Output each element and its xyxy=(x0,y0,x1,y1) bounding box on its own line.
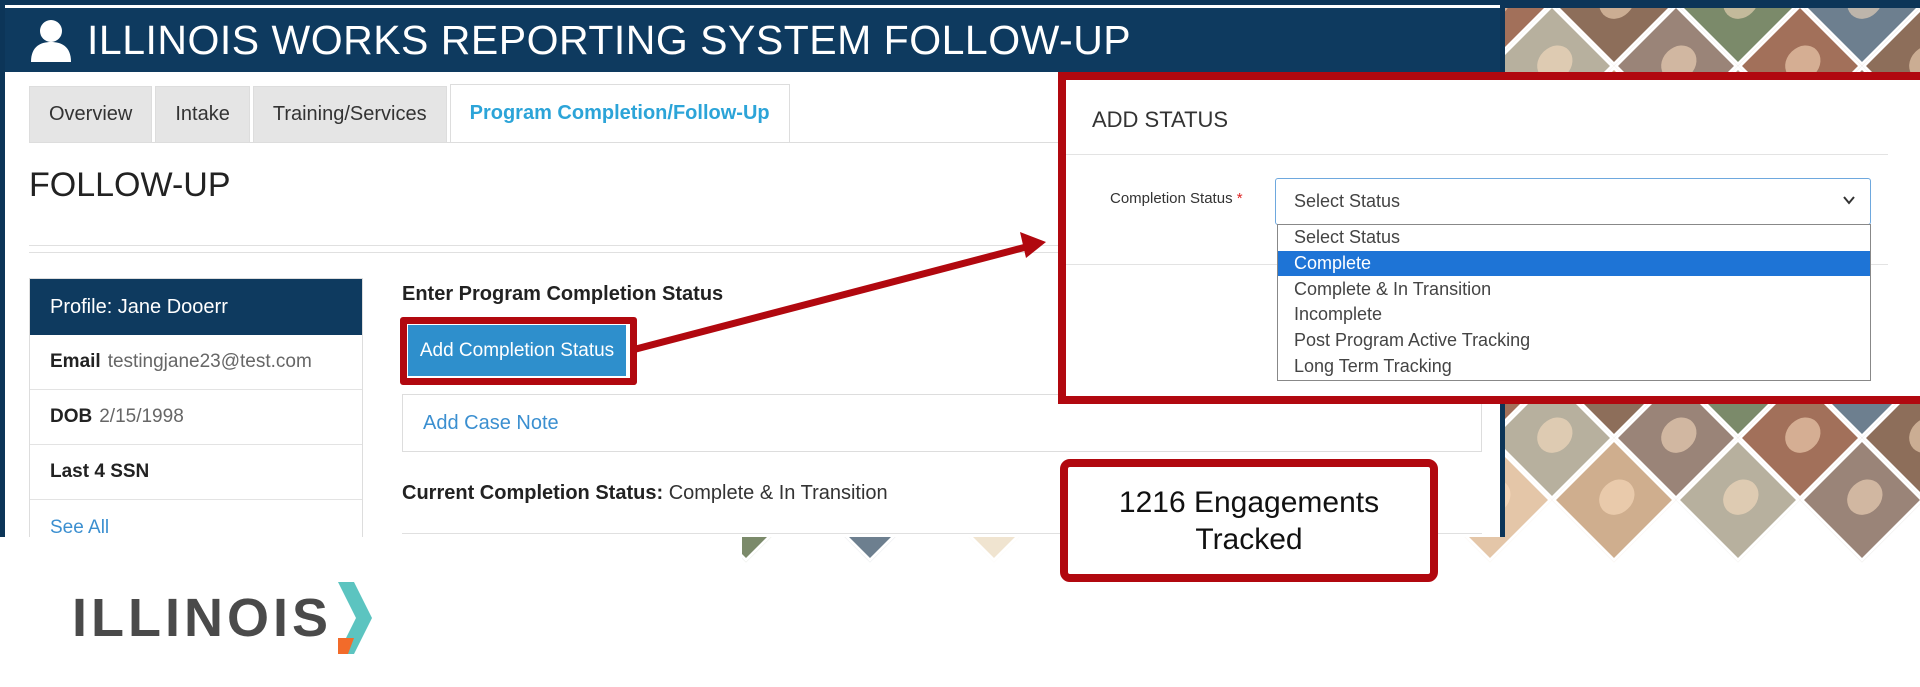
profile-card: Profile: Jane Dooerr Email testingjane23… xyxy=(29,278,363,538)
dob-label: DOB xyxy=(50,406,93,427)
app-title: ILLINOIS WORKS REPORTING SYSTEM FOLLOW-U… xyxy=(87,16,1132,63)
logo-chevron-icon xyxy=(338,582,372,654)
email-value: testingjane23@test.com xyxy=(107,351,312,372)
profile-dob-row: DOB 2/15/1998 xyxy=(30,390,362,445)
dob-value: 2/15/1998 xyxy=(99,406,184,427)
logo-wordmark: ILLINOIS xyxy=(72,588,332,648)
modal-divider xyxy=(1066,154,1888,155)
tab-program-completion[interactable]: Program Completion/Follow-Up xyxy=(449,84,790,143)
dropdown-option[interactable]: Incomplete xyxy=(1278,302,1870,328)
profile-email-row: Email testingjane23@test.com xyxy=(30,335,362,390)
modal-title: ADD STATUS xyxy=(1092,107,1229,132)
page-title: FOLLOW-UP xyxy=(29,166,231,204)
ssn-label: Last 4 SSN xyxy=(50,461,150,482)
dropdown-option[interactable]: Select Status xyxy=(1278,225,1870,251)
chevron-down-icon xyxy=(1843,196,1855,205)
app-header: ILLINOIS WORKS REPORTING SYSTEM FOLLOW-U… xyxy=(5,8,1500,72)
dropdown-option[interactable]: Complete & In Transition xyxy=(1278,276,1870,302)
completion-status-label-text: Completion Status xyxy=(1110,190,1233,207)
illinois-logo: ILLINOIS xyxy=(72,580,374,656)
completion-status-label: Completion Status * xyxy=(1110,190,1243,207)
dropdown-option-selected[interactable]: Complete xyxy=(1278,250,1870,277)
engagements-callout: 1216 Engagements Tracked xyxy=(1060,459,1438,582)
current-completion-status: Current Completion Status: Complete & In… xyxy=(402,482,888,505)
select-value: Select Status xyxy=(1294,191,1401,211)
dropdown-option[interactable]: Long Term Tracking xyxy=(1278,353,1870,379)
email-label: Email xyxy=(50,351,101,372)
profile-ssn-row: Last 4 SSN xyxy=(30,445,362,500)
completion-status-select[interactable]: Select Status xyxy=(1275,178,1871,225)
current-status-value: Complete & In Transition xyxy=(668,482,888,504)
tab-overview[interactable]: Overview xyxy=(29,86,153,143)
required-mark: * xyxy=(1236,190,1243,207)
user-icon xyxy=(31,20,71,62)
completion-section-label: Enter Program Completion Status xyxy=(402,283,724,305)
tab-intake[interactable]: Intake xyxy=(155,86,250,143)
status-dropdown-list: Select Status Complete Complete & In Tra… xyxy=(1277,224,1871,381)
highlight-box xyxy=(400,317,637,385)
slide: ILLINOIS WORKS REPORTING SYSTEM FOLLOW-U… xyxy=(0,0,1920,687)
current-status-label: Current Completion Status: xyxy=(402,482,664,504)
tab-training-services[interactable]: Training/Services xyxy=(252,86,447,143)
profile-header: Profile: Jane Dooerr xyxy=(30,279,362,335)
tab-bar: Overview Intake Training/Services Progra… xyxy=(29,84,793,143)
dropdown-option[interactable]: Post Program Active Tracking xyxy=(1278,328,1870,354)
